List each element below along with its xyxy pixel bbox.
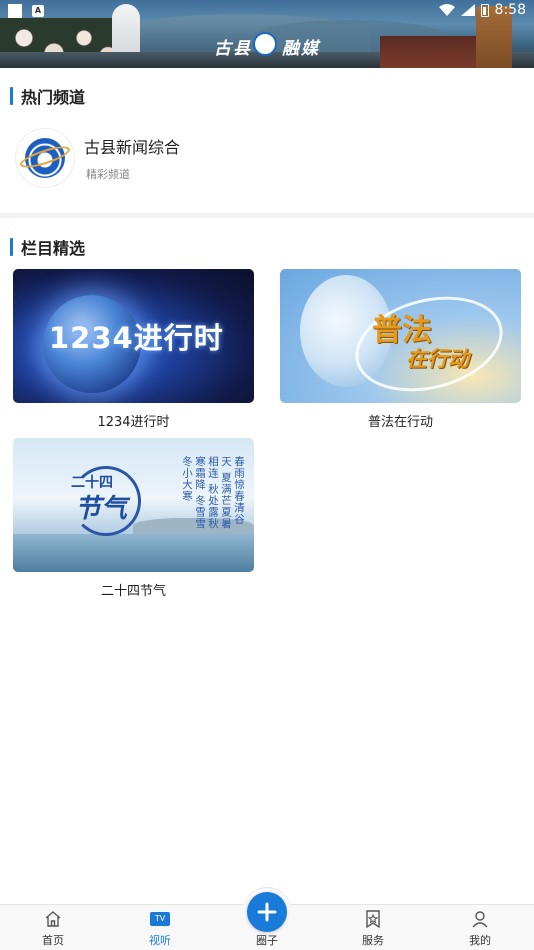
notification-badge-icon: A [32, 5, 44, 17]
status-time: 8:58 [494, 2, 526, 18]
status-bar: A 8:58 [0, 0, 534, 24]
tab-label: 视听 [149, 934, 171, 947]
thumbnail-subtitle: 在行动 [406, 346, 469, 371]
thumbnail-poem: 春雨惊春清谷天 夏满芒夏暑相连 秋处露秋寒霜降 冬雪雪冬小大寒 [181, 456, 245, 530]
user-icon [472, 911, 488, 928]
home-icon [45, 911, 61, 927]
channel-logo-icon [25, 138, 65, 178]
wifi-icon [438, 4, 455, 16]
programs-title: 栏目精选 [10, 235, 85, 259]
section-title-text: 热门频道 [21, 88, 86, 107]
program-card[interactable]: 二十四 节气 春雨惊春清谷天 夏满芒夏暑相连 秋处露秋寒霜降 冬雪雪冬小大寒 二… [13, 438, 254, 599]
program-thumbnail[interactable]: 二十四 节气 春雨惊春清谷天 夏满芒夏暑相连 秋处露秋寒霜降 冬雪雪冬小大寒 [13, 438, 254, 572]
notification-icon [8, 4, 22, 18]
channel-subtitle: 精彩频道 [86, 168, 130, 181]
program-label: 1234进行时 [97, 415, 170, 430]
banner-logo-text-right: 融媒 [282, 39, 320, 59]
banner-logo-text-left: 古县 [214, 39, 252, 59]
program-label: 二十四节气 [100, 584, 166, 599]
section-marker [10, 238, 13, 256]
service-icon [366, 910, 380, 929]
section-marker [10, 87, 13, 105]
thumbnail-title: 1234进行时 [49, 321, 224, 355]
section-title-text: 栏目精选 [21, 239, 86, 258]
channel-name: 古县新闻综合 [84, 138, 181, 157]
banner-building [380, 36, 476, 68]
header-banner: 古县 融媒 A 8:58 [0, 0, 534, 68]
tab-service[interactable]: 服务 [343, 909, 403, 949]
thumbnail-title: 节气 [75, 494, 128, 524]
circle-add-button[interactable] [247, 892, 287, 932]
program-label: 普法在行动 [367, 415, 433, 430]
tab-label: 首页 [42, 934, 64, 947]
signal-icon [460, 4, 475, 16]
channel-item[interactable]: 古县新闻综合 精彩频道 [16, 126, 516, 190]
section-divider [0, 213, 534, 218]
tv-icon: TV [150, 909, 170, 929]
hot-channels-title: 热门频道 [10, 84, 85, 108]
water-graphic [13, 534, 254, 572]
plus-icon [257, 902, 277, 922]
tab-label: 我的 [469, 934, 491, 947]
program-thumbnail[interactable]: 1234进行时 [13, 269, 254, 403]
banner-logo-icon [253, 32, 277, 56]
tab-label: 圈子 [256, 934, 278, 947]
channel-logo [16, 129, 74, 187]
tab-mine[interactable]: 我的 [450, 909, 510, 949]
tab-home[interactable]: 首页 [23, 909, 83, 949]
program-card[interactable]: 普法 在行动 普法在行动 [280, 269, 521, 430]
program-thumbnail[interactable]: 普法 在行动 [280, 269, 521, 403]
battery-icon [480, 3, 489, 17]
tab-av[interactable]: TV 视听 [130, 909, 190, 949]
tab-label: 服务 [362, 934, 384, 947]
program-card[interactable]: 1234进行时 1234进行时 [13, 269, 254, 430]
